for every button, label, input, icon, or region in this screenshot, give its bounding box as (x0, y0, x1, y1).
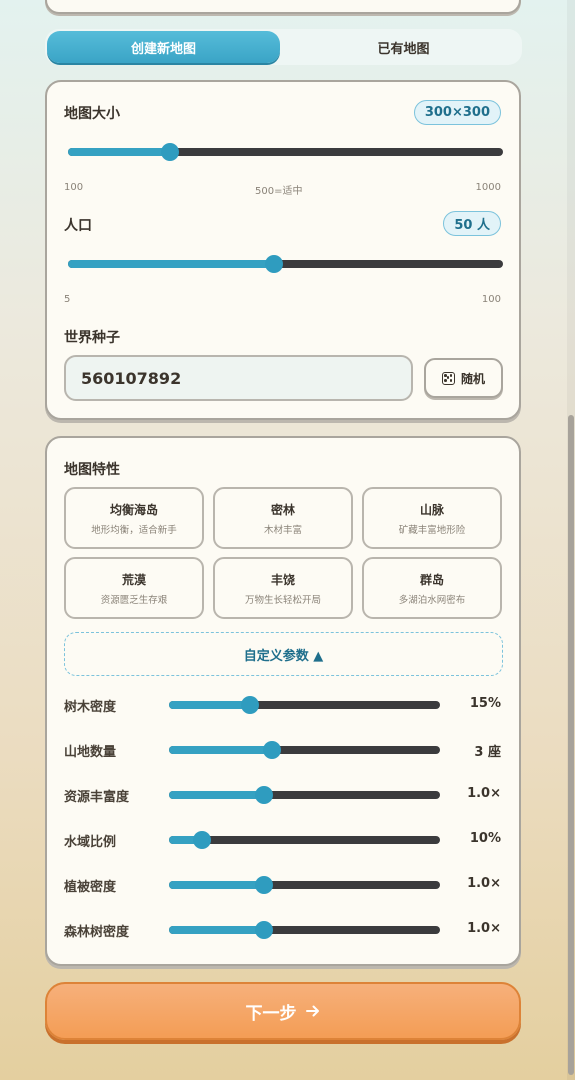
feature-option-mountains[interactable]: 山脉 矿藏丰富地形险 (362, 487, 502, 549)
arrow-right-icon (305, 1005, 319, 1017)
population-max-label: 100 (481, 294, 501, 305)
map-size-slider-thumb[interactable] (160, 143, 179, 161)
tab-existing-map[interactable]: 已有地图 (287, 31, 520, 63)
feature-option-archipelago[interactable]: 群岛 多湖泊水网密布 (362, 557, 502, 619)
previous-card (45, 0, 521, 14)
feature-option-title: 山脉 (419, 503, 444, 517)
resource-richness-slider-fill (169, 791, 264, 799)
feature-option-title: 均衡海岛 (109, 503, 158, 517)
param-value-water-ratio: 10% (469, 831, 501, 846)
mountain-count-slider[interactable] (169, 741, 440, 759)
feature-option-desc: 矿藏丰富地形险 (398, 525, 466, 536)
feature-option-desc: 资源匮乏生存艰 (100, 595, 168, 606)
resource-richness-slider-thumb[interactable] (254, 786, 273, 804)
param-label-tree-density: 树木密度 (64, 700, 117, 715)
map-size-slider-fill (68, 148, 170, 156)
param-label-forest-tree-density: 森林树密度 (64, 925, 130, 940)
tab-create-new-map[interactable]: 创建新地图 (47, 31, 280, 63)
mountain-count-slider-fill (169, 746, 272, 754)
forest-tree-density-slider-fill (169, 926, 264, 934)
tree-density-slider[interactable] (169, 696, 440, 714)
population-slider-thumb[interactable] (265, 255, 284, 273)
map-size-slider[interactable] (68, 143, 503, 161)
next-step-label: 下一步 (245, 1003, 297, 1024)
map-size-mid-label: 500=适中 (255, 186, 303, 197)
map-settings-card: 地图大小 300×300 100 500=适中 1000 人口 50 人 5 1… (45, 80, 521, 420)
map-size-label: 地图大小 (64, 106, 120, 122)
param-value-vegetation-density: 1.0× (467, 876, 501, 891)
feature-option-desc: 木材丰富 (263, 525, 302, 536)
population-slider-fill (68, 260, 275, 268)
water-ratio-slider[interactable] (169, 831, 440, 849)
population-min-label: 5 (64, 294, 71, 305)
feature-option-dense-forest[interactable]: 密林 木材丰富 (213, 487, 353, 549)
map-size-max-label: 1000 (475, 182, 501, 193)
param-label-mountain-count: 山地数量 (64, 745, 117, 760)
map-mode-tabs: 创建新地图 已有地图 (45, 29, 522, 65)
water-ratio-slider-thumb[interactable] (192, 831, 211, 849)
feature-option-abundant[interactable]: 丰饶 万物生长轻松开局 (213, 557, 353, 619)
population-value-badge: 50 人 (443, 211, 501, 236)
page-scrollbar-thumb[interactable] (568, 415, 574, 1075)
tree-density-slider-thumb[interactable] (241, 696, 260, 714)
param-value-mountain-count: 3 座 (474, 745, 501, 760)
resource-richness-slider[interactable] (169, 786, 440, 804)
custom-params-toggle[interactable]: 自定义参数 ▲ (64, 632, 503, 676)
param-label-resource-richness: 资源丰富度 (64, 790, 130, 805)
vegetation-density-slider-fill (169, 881, 264, 889)
feature-option-desc: 地形均衡，适合新手 (91, 525, 177, 536)
param-value-forest-tree-density: 1.0× (467, 921, 501, 936)
feature-option-desc: 多湖泊水网密布 (398, 595, 466, 606)
mountain-count-slider-thumb[interactable] (262, 741, 281, 759)
tree-density-slider-fill (169, 701, 251, 709)
feature-option-title: 密林 (270, 503, 295, 517)
param-value-tree-density: 15% (469, 696, 501, 711)
param-label-water-ratio: 水域比例 (64, 835, 117, 850)
vegetation-density-slider[interactable] (169, 876, 440, 894)
forest-tree-density-slider-thumb[interactable] (254, 921, 273, 939)
feature-option-title: 荒漠 (121, 573, 146, 587)
population-label: 人口 (64, 218, 92, 234)
vegetation-density-slider-thumb[interactable] (254, 876, 273, 894)
random-seed-button[interactable]: 随机 (424, 358, 503, 398)
feature-option-title: 丰饶 (270, 573, 295, 587)
feature-option-title: 群岛 (419, 573, 444, 587)
param-label-vegetation-density: 植被密度 (64, 880, 117, 895)
map-features-card: 地图特性 均衡海岛 地形均衡，适合新手 密林 木材丰富 山脉 矿藏丰富地形险 荒… (45, 436, 521, 966)
map-size-min-label: 100 (64, 182, 84, 193)
population-slider[interactable] (68, 255, 503, 273)
next-step-button[interactable]: 下一步 (45, 982, 521, 1040)
feature-option-balanced-island[interactable]: 均衡海岛 地形均衡，适合新手 (64, 487, 204, 549)
feature-option-desc: 万物生长轻松开局 (244, 595, 321, 606)
random-seed-label: 随机 (460, 371, 485, 386)
forest-tree-density-slider[interactable] (169, 921, 440, 939)
world-seed-input[interactable]: 560107892 (64, 355, 413, 401)
world-seed-label: 世界种子 (64, 330, 120, 346)
map-size-value-badge: 300×300 (413, 100, 501, 125)
feature-option-desert[interactable]: 荒漠 资源匮乏生存艰 (64, 557, 204, 619)
map-features-title: 地图特性 (64, 462, 120, 478)
param-value-resource-richness: 1.0× (467, 786, 501, 801)
dice-icon (441, 371, 455, 385)
